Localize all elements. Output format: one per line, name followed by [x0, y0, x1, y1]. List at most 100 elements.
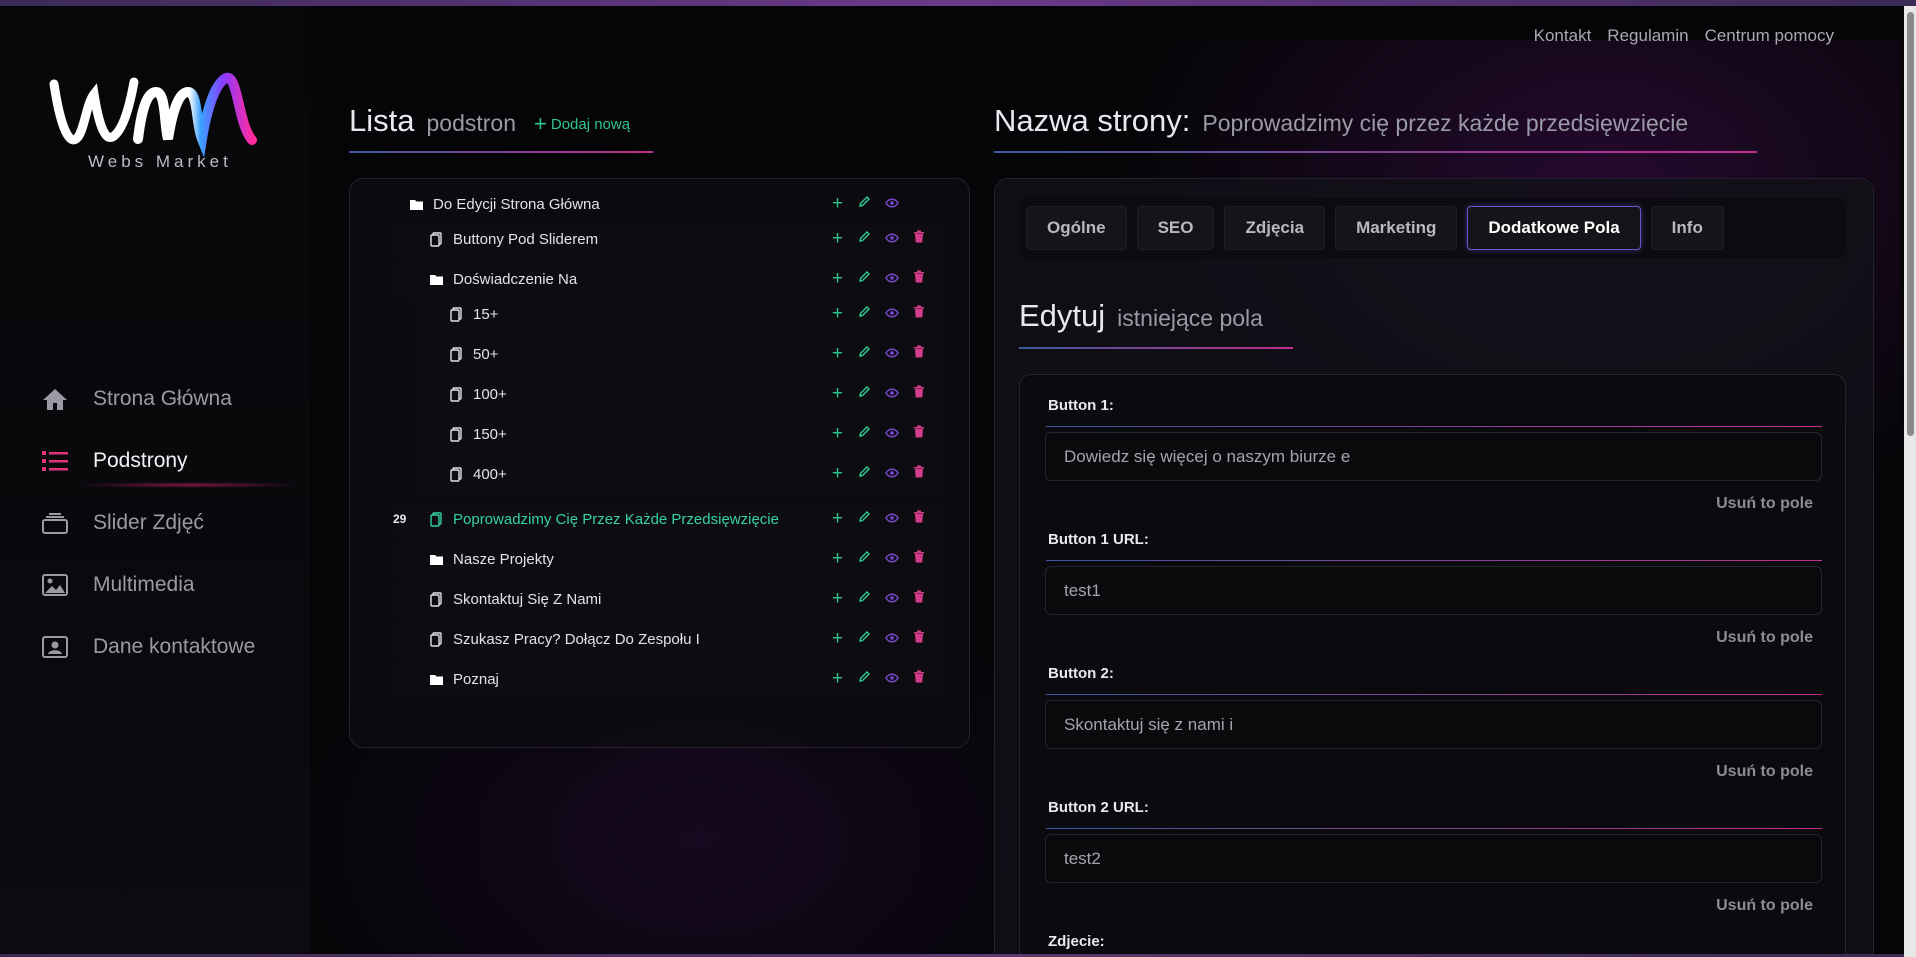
preview-button[interactable] — [878, 190, 905, 217]
tree-row-label: 150+ — [473, 425, 507, 443]
remove-field-button-1[interactable]: Usuń to pole — [1716, 495, 1813, 513]
add-child-button[interactable]: + — [824, 420, 851, 447]
delete-button[interactable] — [905, 340, 932, 367]
preview-button[interactable] — [878, 420, 905, 447]
tab-photos[interactable]: Zdjęcia — [1224, 206, 1326, 250]
add-child-button[interactable]: + — [824, 380, 851, 407]
nav-contact-link[interactable]: Kontakt — [1534, 26, 1592, 46]
remove-field-button-1-url[interactable]: Usuń to pole — [1716, 629, 1813, 647]
plus-icon: + — [831, 382, 844, 404]
sidebar-item-label: Podstrony — [93, 449, 188, 472]
add-child-button[interactable]: + — [824, 665, 851, 692]
eye-icon — [884, 270, 899, 288]
edit-button[interactable] — [851, 625, 878, 652]
field-input-button-1-url[interactable] — [1045, 566, 1822, 615]
delete-button[interactable] — [905, 585, 932, 612]
edit-button[interactable] — [851, 545, 878, 572]
edit-button[interactable] — [851, 190, 878, 217]
edit-button[interactable] — [851, 585, 878, 612]
plus-icon: + — [831, 547, 844, 569]
edit-button[interactable] — [851, 225, 878, 252]
preview-button[interactable] — [878, 505, 905, 532]
delete-button[interactable] — [905, 545, 932, 572]
tab-marketing[interactable]: Marketing — [1335, 206, 1458, 250]
tree-row-label: Buttony Pod Sliderem — [453, 230, 599, 248]
add-child-button[interactable]: + — [824, 460, 851, 487]
preview-button[interactable] — [878, 665, 905, 692]
field-input-button-2-url[interactable] — [1045, 834, 1822, 883]
add-child-button[interactable]: + — [824, 265, 851, 292]
delete-button[interactable] — [905, 225, 932, 252]
delete-button[interactable] — [905, 505, 932, 532]
plus-icon: + — [831, 342, 844, 364]
preview-button[interactable] — [878, 380, 905, 407]
sidebar-item-home[interactable]: Strona Główna — [38, 368, 255, 430]
tree-row-actions: + — [824, 225, 932, 252]
delete-button[interactable] — [905, 420, 932, 447]
sidebar-item-subpages[interactable]: Podstrony — [38, 430, 305, 492]
page-icon — [448, 306, 464, 322]
preview-button[interactable] — [878, 625, 905, 652]
edit-button[interactable] — [851, 300, 878, 327]
sidebar-item-contact[interactable]: Dane kontaktowe — [38, 616, 255, 678]
edit-button[interactable] — [851, 265, 878, 292]
preview-button[interactable] — [878, 545, 905, 572]
delete-button[interactable] — [905, 380, 932, 407]
nav-help-center-link[interactable]: Centrum pomocy — [1705, 26, 1834, 46]
tab-info[interactable]: Info — [1650, 206, 1724, 250]
edit-button[interactable] — [851, 380, 878, 407]
edit-subtitle: istniejące pola — [1117, 305, 1263, 331]
edit-button[interactable] — [851, 505, 878, 532]
add-child-button[interactable]: + — [824, 505, 851, 532]
field-label-button-2: Button 2: — [1048, 665, 1114, 682]
preview-button[interactable] — [878, 265, 905, 292]
remove-field-button-2-url[interactable]: Usuń to pole — [1716, 897, 1813, 915]
preview-button[interactable] — [878, 225, 905, 252]
field-input-button-2[interactable] — [1045, 700, 1822, 749]
add-child-button[interactable]: + — [824, 585, 851, 612]
add-child-button[interactable]: + — [824, 225, 851, 252]
nav-terms-link[interactable]: Regulamin — [1607, 26, 1688, 46]
folder-icon — [428, 671, 444, 687]
preview-button[interactable] — [878, 585, 905, 612]
preview-button[interactable] — [878, 300, 905, 327]
top-nav: Kontakt Regulamin Centrum pomocy — [1534, 26, 1834, 46]
sidebar-item-slider[interactable]: Slider Zdjęć — [38, 492, 255, 554]
plus-icon: + — [831, 267, 844, 289]
page-scrollbar[interactable] — [1904, 6, 1916, 957]
preview-button[interactable] — [878, 460, 905, 487]
add-child-button[interactable]: + — [824, 300, 851, 327]
sidebar-item-multimedia[interactable]: Multimedia — [38, 554, 255, 616]
tree-row-label: Skontaktuj Się Z Nami — [453, 590, 602, 608]
pencil-icon — [858, 590, 871, 608]
add-child-button[interactable]: + — [824, 625, 851, 652]
plus-icon: + — [831, 667, 844, 689]
remove-field-button-2[interactable]: Usuń to pole — [1716, 763, 1813, 781]
tab-general[interactable]: Ogólne — [1026, 206, 1127, 250]
preview-button[interactable] — [878, 340, 905, 367]
add-child-button[interactable]: + — [824, 545, 851, 572]
trash-icon — [913, 345, 925, 363]
tree-row-actions: + — [824, 505, 932, 532]
tree-row-label: 15+ — [473, 305, 499, 323]
scrollbar-thumb[interactable] — [1907, 12, 1914, 436]
add-child-button[interactable]: + — [824, 190, 851, 217]
trash-icon — [913, 230, 925, 248]
delete-button[interactable] — [905, 300, 932, 327]
delete-button[interactable] — [905, 460, 932, 487]
pencil-icon — [858, 195, 871, 213]
field-input-button-1[interactable] — [1045, 432, 1822, 481]
tab-additional-fields[interactable]: Dodatkowe Pola — [1467, 206, 1641, 250]
add-new-button[interactable]: + Dodaj nową — [534, 111, 630, 137]
tab-seo[interactable]: SEO — [1136, 206, 1215, 250]
delete-button[interactable] — [905, 625, 932, 652]
edit-button[interactable] — [851, 460, 878, 487]
edit-button[interactable] — [851, 340, 878, 367]
add-child-button[interactable]: + — [824, 340, 851, 367]
delete-button[interactable] — [905, 265, 932, 292]
edit-button[interactable] — [851, 420, 878, 447]
trash-icon — [913, 630, 925, 648]
delete-button[interactable] — [905, 665, 932, 692]
edit-button[interactable] — [851, 665, 878, 692]
page-icon — [448, 426, 464, 442]
